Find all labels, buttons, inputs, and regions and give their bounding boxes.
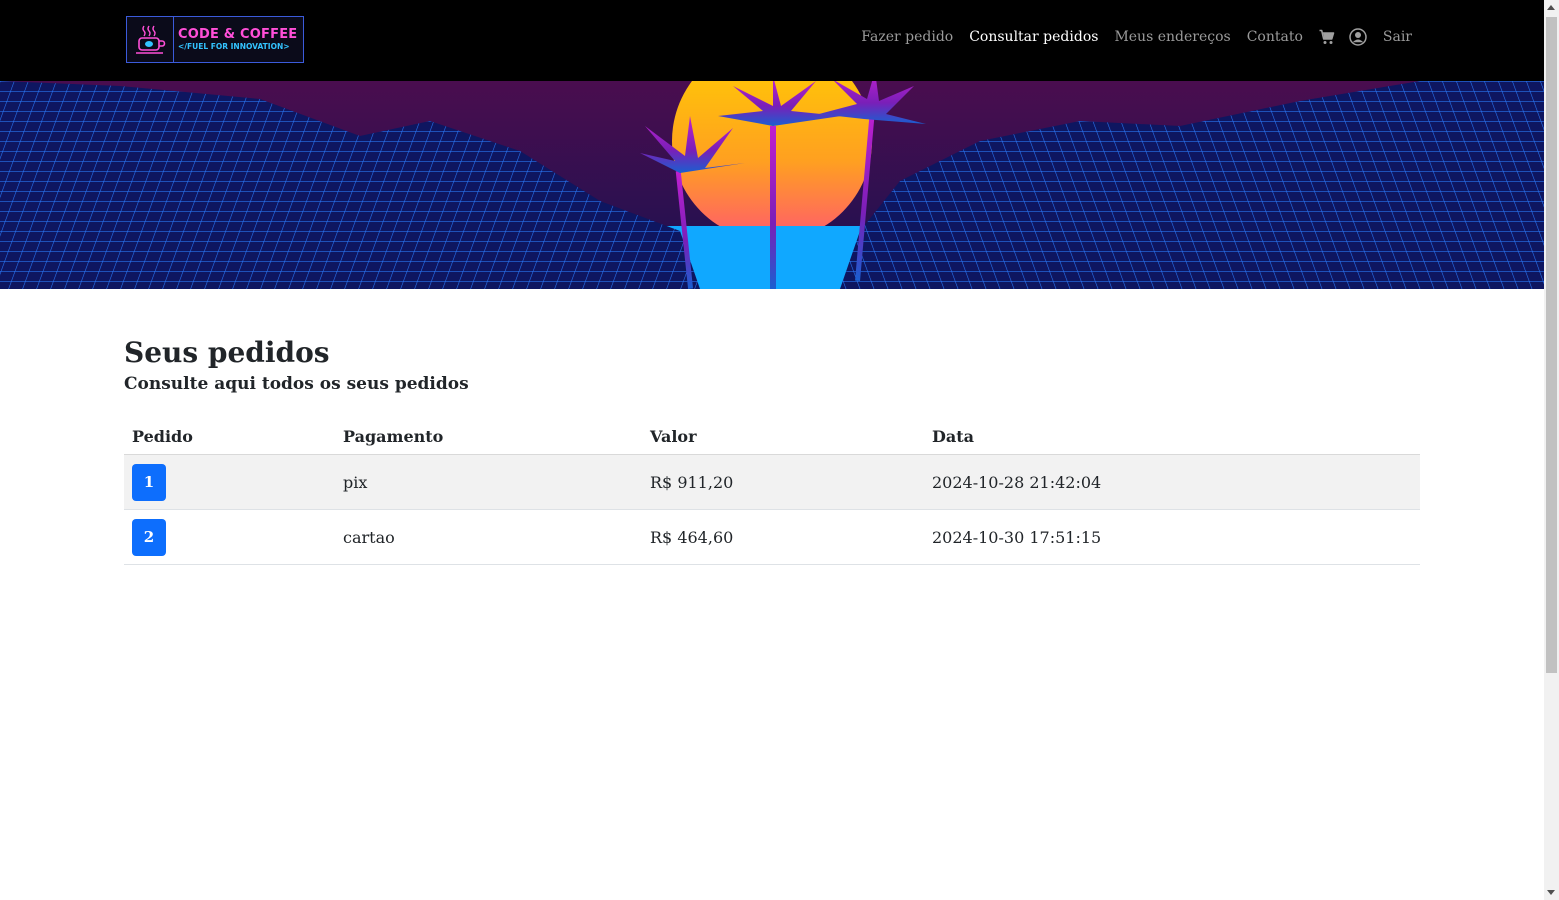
table-row: 2 cartao R$ 464,60 2024-10-30 17:51:15 <box>124 509 1420 565</box>
order-number-button[interactable]: 2 <box>132 518 166 556</box>
main-nav: Fazer pedido Consultar pedidos Meus ende… <box>845 27 1412 47</box>
page-subtitle: Consulte aqui todos os seus pedidos <box>124 374 469 394</box>
scrollbar-thumb[interactable] <box>1546 17 1557 673</box>
order-number-button[interactable]: 1 <box>132 463 166 501</box>
column-header-data: Data <box>924 420 1420 455</box>
orders-table: Pedido Pagamento Valor Data 1 pix R$ 911… <box>124 420 1420 565</box>
nav-meus-enderecos[interactable]: Meus endereços <box>1114 27 1230 47</box>
brand-logo[interactable]: CODE & COFFEE </FUEL FOR INNOVATION> <box>126 16 304 63</box>
table-header-row: Pedido Pagamento Valor Data <box>124 420 1420 455</box>
cell-valor: R$ 464,60 <box>642 509 924 565</box>
cell-pagamento: pix <box>335 454 642 510</box>
cell-data: 2024-10-28 21:42:04 <box>924 454 1420 510</box>
cell-data: 2024-10-30 17:51:15 <box>924 509 1420 565</box>
cart-icon[interactable] <box>1319 29 1335 45</box>
cell-pagamento: cartao <box>335 509 642 565</box>
cell-valor: R$ 911,20 <box>642 454 924 510</box>
logout-link[interactable]: Sair <box>1383 27 1412 47</box>
vertical-scrollbar[interactable] <box>1544 0 1559 900</box>
coffee-cup-icon <box>127 17 174 62</box>
cell-pedido: 1 <box>124 454 335 510</box>
column-header-pedido: Pedido <box>124 420 335 455</box>
nav-fazer-pedido[interactable]: Fazer pedido <box>861 27 953 47</box>
nav-consultar-pedidos[interactable]: Consultar pedidos <box>969 27 1098 47</box>
table-row: 1 pix R$ 911,20 2024-10-28 21:42:04 <box>124 454 1420 510</box>
orders-section: Seus pedidos Consulte aqui todos os seus… <box>124 336 1420 565</box>
column-header-valor: Valor <box>642 420 924 455</box>
nav-contato[interactable]: Contato <box>1247 27 1303 47</box>
scroll-down-arrow-icon[interactable] <box>1547 890 1555 895</box>
brand-title: CODE & COFFEE <box>178 26 298 42</box>
page-title: Seus pedidos <box>124 336 330 369</box>
user-circle-icon[interactable] <box>1349 28 1367 46</box>
navbar: CODE & COFFEE </FUEL FOR INNOVATION> Faz… <box>0 0 1544 81</box>
hero-banner-image <box>0 81 1544 289</box>
scroll-up-arrow-icon[interactable] <box>1547 5 1555 10</box>
brand-subtitle: </FUEL FOR INNOVATION> <box>178 41 290 51</box>
column-header-pagamento: Pagamento <box>335 420 642 455</box>
cell-pedido: 2 <box>124 509 335 565</box>
